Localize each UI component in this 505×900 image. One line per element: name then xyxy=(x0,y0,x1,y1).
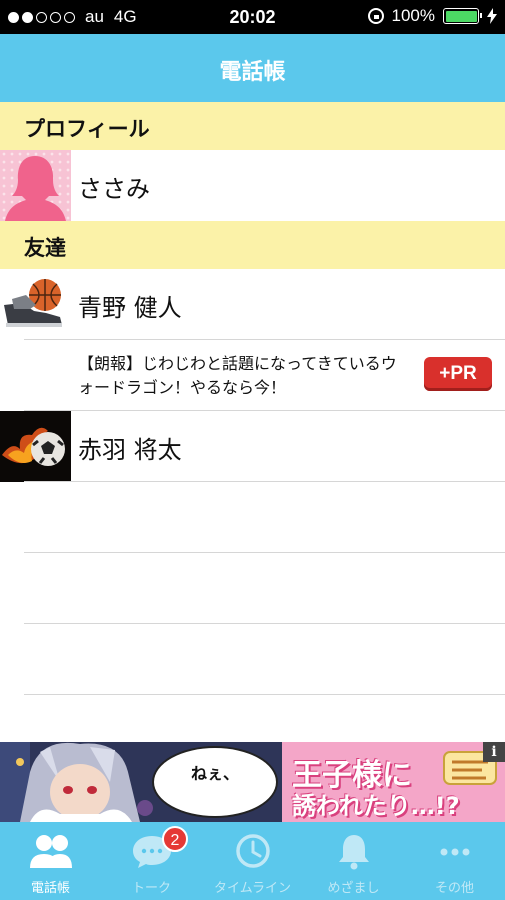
pr-button[interactable]: +PR xyxy=(424,357,492,391)
ad-banner[interactable]: ねぇ、 王子様に 誘われたり…!? i xyxy=(0,742,505,822)
tab-label: タイムライン xyxy=(213,881,292,896)
section-label-profile: プロフィール xyxy=(24,117,150,141)
friend-name: 青野 健人 xyxy=(78,294,182,322)
page-title: 電話帳 xyxy=(219,60,286,85)
row-divider xyxy=(24,552,505,553)
tab-alarm[interactable]: めざまし xyxy=(303,822,404,900)
friend-row[interactable]: 青野 健人 xyxy=(0,269,505,340)
charging-icon xyxy=(487,8,497,24)
row-divider xyxy=(24,623,505,624)
bell-icon xyxy=(338,835,369,870)
tab-more[interactable]: その他 xyxy=(404,822,505,900)
tab-bar: 電話帳 トーク 2 タイムライン めざまし その他 xyxy=(0,822,505,900)
unread-badge: 2 xyxy=(162,826,188,852)
row-divider xyxy=(24,694,505,695)
friend-avatar-flaming-soccer-ball xyxy=(0,411,71,482)
section-header-profile: プロフィール xyxy=(0,102,505,150)
tab-label: 電話帳 xyxy=(30,881,70,896)
profile-name: ささみ xyxy=(78,175,150,203)
tab-timeline[interactable]: タイムライン xyxy=(202,822,303,900)
friend-avatar-basketball-shoes xyxy=(0,269,71,340)
ad-info-icon[interactable]: i xyxy=(483,742,505,762)
tab-label: その他 xyxy=(434,881,474,896)
tab-label: めざまし xyxy=(327,881,380,896)
section-header-friends: 友達 xyxy=(0,221,505,269)
tab-contacts[interactable]: 電話帳 xyxy=(0,822,101,900)
profile-row[interactable]: ささみ xyxy=(0,150,505,221)
contacts-icon xyxy=(29,835,72,868)
ad-headline-line2: 誘われたり…!? xyxy=(292,792,460,820)
ad-speech-bubble: ねぇ、 xyxy=(152,746,278,818)
friend-name: 赤羽 将太 xyxy=(78,436,182,464)
more-icon xyxy=(440,848,469,856)
section-label-friends: 友達 xyxy=(24,236,66,260)
pr-row[interactable]: 【朗報】じわじわと話題になってきているウォードラゴン！やるなら今！ +PR xyxy=(0,340,505,411)
rotation-lock-icon xyxy=(367,8,384,24)
ad-character-image: ねぇ、 xyxy=(0,742,282,822)
friend-row[interactable]: 赤羽 将太 xyxy=(0,411,505,482)
status-bar: au 4G 20:02 100% xyxy=(0,0,505,34)
battery-icon xyxy=(443,8,482,24)
ad-headline-panel: 王子様に 誘われたり…!? xyxy=(282,742,505,822)
pr-text: 【朗報】じわじわと話題になってきているウォードラゴン！やるなら今！ xyxy=(78,354,397,397)
row-divider xyxy=(24,481,505,482)
profile-avatar xyxy=(0,150,71,221)
clock-icon xyxy=(235,834,270,868)
app-header: 電話帳 xyxy=(0,34,505,102)
battery-percent: 100% xyxy=(391,6,435,25)
tab-label: トーク xyxy=(131,881,171,896)
